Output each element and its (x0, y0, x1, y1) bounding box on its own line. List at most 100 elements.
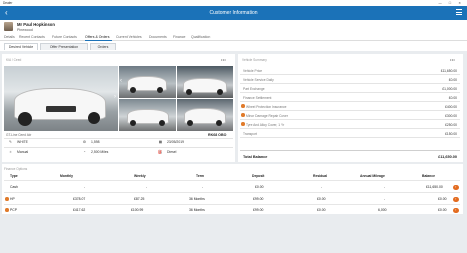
car-wheel (159, 120, 165, 126)
car-wheel (130, 120, 136, 126)
summary-value: £1,000.00 (442, 86, 457, 91)
vehicle-thumb-2[interactable] (177, 66, 233, 98)
car-wheel (88, 112, 100, 124)
divider (4, 147, 233, 148)
spec-fuel-value: Diesel (167, 150, 177, 154)
summary-row: Finance Settlement £0.00 (240, 93, 460, 102)
finance-weekly: £87.25 (134, 197, 145, 201)
col-term: Term (196, 174, 205, 178)
total-balance-row: Total Balance £11,650.00 (240, 150, 460, 162)
vehicle-thumb-1[interactable]: ‹ (119, 66, 176, 98)
customer-header: Mr Paul Hopkinson Pinewood (0, 20, 467, 33)
spec-engine-value: 1,598 (91, 140, 100, 144)
vehicle-thumb-3[interactable] (119, 99, 176, 131)
finance-monthly: £378.07 (73, 197, 86, 201)
summary-value: £250.00 (445, 122, 457, 127)
spec-colour-value: WHITE (17, 140, 28, 144)
warning-icon[interactable] (241, 113, 245, 117)
finance-weekly: - (146, 185, 148, 189)
finance-weekly: £100.99 (131, 208, 144, 212)
prev-photo-icon[interactable]: ‹ (120, 78, 122, 84)
warning-icon[interactable] (5, 197, 9, 201)
navbar: ‹ Customer Information (0, 6, 467, 20)
spec-fuel: ⛽ Diesel (158, 150, 176, 154)
total-balance-label: Total Balance (243, 155, 268, 159)
car-grille (46, 106, 76, 112)
select-option-button[interactable]: › (453, 196, 459, 202)
summary-row[interactable]: Wheel Protection Insurance £400.00 (240, 102, 460, 111)
hamburger-menu-icon[interactable] (456, 9, 462, 17)
tab-finance[interactable]: Finance (173, 35, 185, 39)
car-wheel (187, 120, 193, 126)
finance-monthly: - (84, 185, 86, 189)
spec-engine: ⚙ 1,598 (82, 140, 100, 144)
summary-label: Vehicle Price (243, 68, 263, 73)
finance-term: 36 Months (189, 197, 205, 201)
tab-documents[interactable]: Documents (149, 35, 167, 39)
page-title: Customer Information (209, 10, 258, 16)
speedometer-icon: ◔ (83, 150, 86, 154)
divider (4, 192, 460, 193)
finance-deposit: £99.00 (253, 208, 264, 212)
finance-balance: £0.00 (438, 197, 447, 201)
gearbox-icon: ⌗ (9, 150, 12, 154)
car-wheel (18, 112, 32, 126)
finance-deposit: £0.00 (255, 185, 264, 189)
finance-residual: - (321, 185, 323, 189)
finance-card (2, 164, 463, 214)
summary-value: £400.00 (445, 104, 457, 109)
customer-company: Pinewood (17, 27, 33, 32)
summary-row[interactable]: Minor Damage Repair Cover £300.00 (240, 111, 460, 120)
paint-brush-icon: ✎ (8, 140, 12, 144)
subtab-desired-vehicle[interactable]: Desired Vehicle (4, 43, 38, 50)
tab-recent-contacts[interactable]: Recent Contacts (19, 35, 45, 39)
vehicle-main-photo[interactable]: › (4, 66, 118, 131)
finance-residual: £0.00 (317, 197, 326, 201)
summary-label: Vehicle Service Daily (243, 77, 274, 82)
summary-row[interactable]: Tyre And Alloy Cover, 1 Yr £250.00 (240, 120, 460, 129)
col-deposit: Deposit (252, 174, 265, 178)
col-type: Type (10, 174, 18, 178)
col-weekly: Weekly (134, 174, 146, 178)
tab-details[interactable]: Details (4, 35, 15, 39)
tab-future-contacts[interactable]: Future Contacts (52, 35, 77, 39)
car-wheel (186, 89, 192, 95)
vehicle-caption: GT-Line Ceed 4dr (6, 133, 32, 137)
subtab-offer-presentation[interactable]: Offer Presentation (40, 43, 88, 50)
summary-section-label: Vehicle Summary (242, 58, 267, 62)
summary-more-icon[interactable]: ••• (450, 57, 455, 62)
subtab-orders[interactable]: Orders (90, 43, 116, 50)
warning-icon[interactable] (241, 122, 245, 126)
vehicle-thumb-4[interactable] (177, 99, 233, 131)
tab-current-vehicles[interactable]: Current Vehicles (116, 35, 142, 39)
col-annual-mileage: Annual Mileage (360, 174, 385, 178)
spec-mileage: ◔ 2,500 Miles (82, 150, 108, 154)
tab-qualification[interactable]: Qualification (191, 35, 210, 39)
customer-name: Mr Paul Hopkinson (17, 22, 55, 27)
col-monthly: Monthly (60, 174, 73, 178)
window-controls[interactable]: — ☐ ✕ (439, 1, 465, 5)
vehicle-more-icon[interactable]: ••• (221, 57, 226, 62)
avatar (4, 22, 13, 31)
summary-row: Transport £150.00 (240, 129, 460, 138)
next-photo-icon[interactable]: › (114, 94, 116, 100)
car-wheel (216, 120, 222, 126)
warning-icon[interactable] (241, 104, 245, 108)
warning-icon[interactable] (5, 208, 9, 212)
summary-label: Wheel Protection Insurance (246, 104, 287, 109)
finance-type: Cash (10, 185, 18, 189)
engine-icon: ⚙ (82, 140, 87, 144)
divider (4, 180, 460, 181)
car-wheel (157, 87, 163, 93)
finance-monthly: £417.62 (73, 208, 86, 212)
summary-label: Part Exchange (243, 86, 265, 91)
select-option-button[interactable]: › (453, 207, 459, 213)
spec-gearbox: ⌗ Manual (8, 150, 28, 154)
select-option-button[interactable]: › (453, 184, 459, 190)
tab-offers-orders[interactable]: Offers & Orders (85, 35, 109, 39)
calendar-icon: ▦ (158, 140, 163, 144)
registration-plate: RK68 OBO (208, 133, 227, 137)
finance-mileage: - (384, 185, 386, 189)
spec-date-value: 23/05/2019 (167, 140, 184, 144)
vehicle-photo-gallery[interactable]: › ‹ (4, 66, 233, 131)
